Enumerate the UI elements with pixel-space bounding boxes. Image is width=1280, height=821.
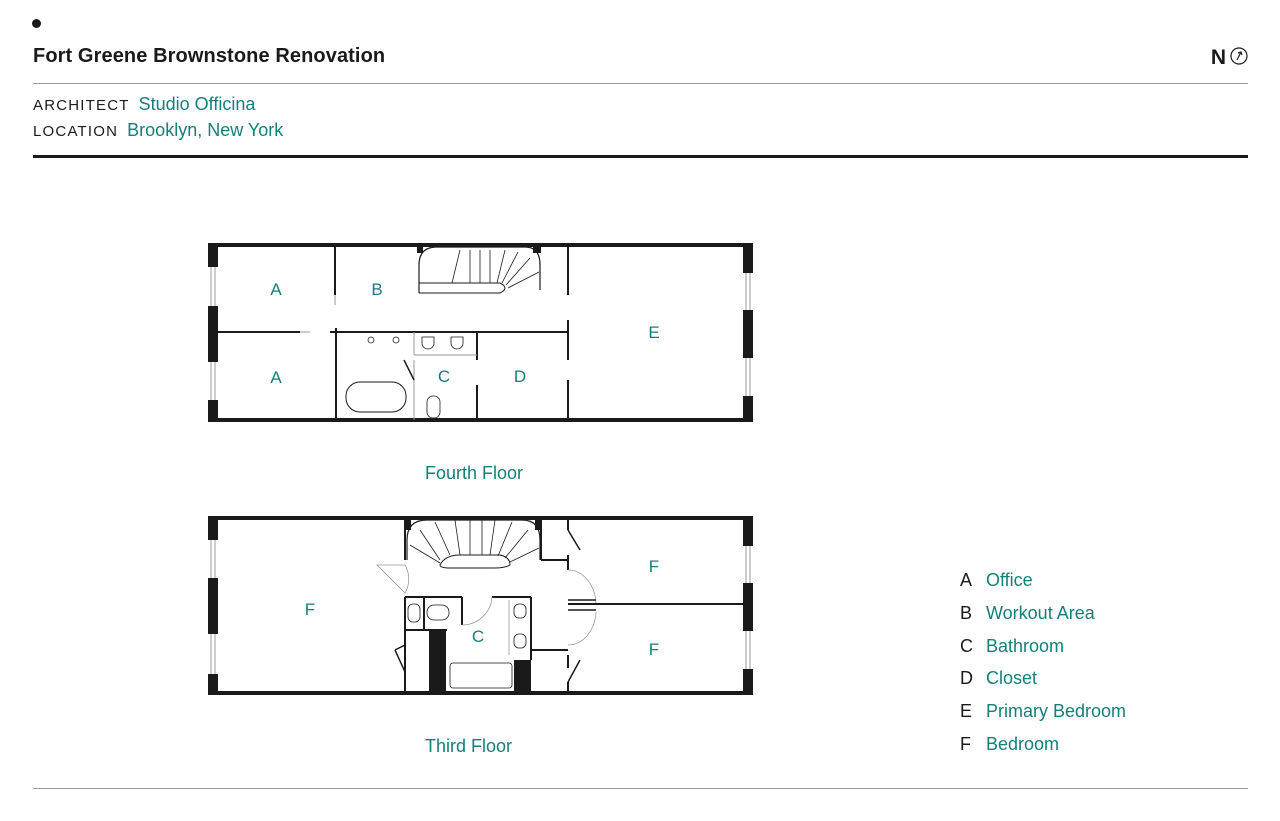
legend-item: D Closet xyxy=(960,668,1126,701)
footer-divider xyxy=(33,788,1248,789)
north-indicator: N xyxy=(1211,46,1248,70)
legend-name: Closet xyxy=(986,668,1038,689)
legend-letter: A xyxy=(960,570,973,590)
room-label-f: F xyxy=(649,640,659,659)
room-label-b: B xyxy=(371,280,382,299)
room-label-c: C xyxy=(472,627,484,646)
room-label-c: C xyxy=(438,367,450,386)
location-row: LOCATION Brooklyn, New York xyxy=(33,120,283,141)
legend-name: Workout Area xyxy=(986,602,1095,623)
north-arrow-icon xyxy=(1230,46,1248,70)
room-label-e: E xyxy=(648,323,659,342)
legend-item: B Workout Area xyxy=(960,603,1126,636)
room-label-f: F xyxy=(305,600,315,619)
meta-divider xyxy=(33,155,1248,158)
legend-letter: F xyxy=(960,733,971,754)
legend-letter: C xyxy=(960,635,973,656)
legend-name: Bathroom xyxy=(986,635,1065,656)
location-value[interactable]: Brooklyn, New York xyxy=(127,120,283,141)
room-legend: A Office B Workout Area C Bathroom D Clo… xyxy=(960,570,1126,767)
legend-letter: D xyxy=(960,668,973,689)
header-divider xyxy=(33,83,1248,84)
room-label-f: F xyxy=(649,557,659,576)
room-label-a: A xyxy=(270,280,282,299)
architect-row: ARCHITECT Studio Officina xyxy=(33,94,255,115)
architect-value[interactable]: Studio Officina xyxy=(139,94,256,115)
room-label-a: A xyxy=(270,368,282,387)
legend-name: Bedroom xyxy=(986,733,1060,754)
bullet-dot xyxy=(32,19,41,28)
fourth-floor-plan: A B A C D E xyxy=(208,243,753,422)
legend-name: Office xyxy=(986,570,1033,590)
legend-letter: B xyxy=(960,602,973,623)
legend-item: E Primary Bedroom xyxy=(960,701,1126,734)
location-label: LOCATION xyxy=(33,123,119,140)
third-floor-plan: F C F F xyxy=(208,516,753,695)
legend-item: A Office xyxy=(960,570,1126,603)
north-label: N xyxy=(1210,46,1226,69)
legend-item: F Bedroom xyxy=(960,734,1126,767)
legend-name: Primary Bedroom xyxy=(986,701,1127,722)
architect-label: ARCHITECT xyxy=(33,97,130,114)
legend-letter: E xyxy=(960,701,973,722)
room-label-d: D xyxy=(514,367,526,386)
fourth-floor-label: Fourth Floor xyxy=(425,463,524,483)
legend-item: C Bathroom xyxy=(960,636,1126,669)
page-title: Fort Greene Brownstone Renovation xyxy=(33,45,386,67)
third-floor-label: Third Floor xyxy=(425,736,513,756)
